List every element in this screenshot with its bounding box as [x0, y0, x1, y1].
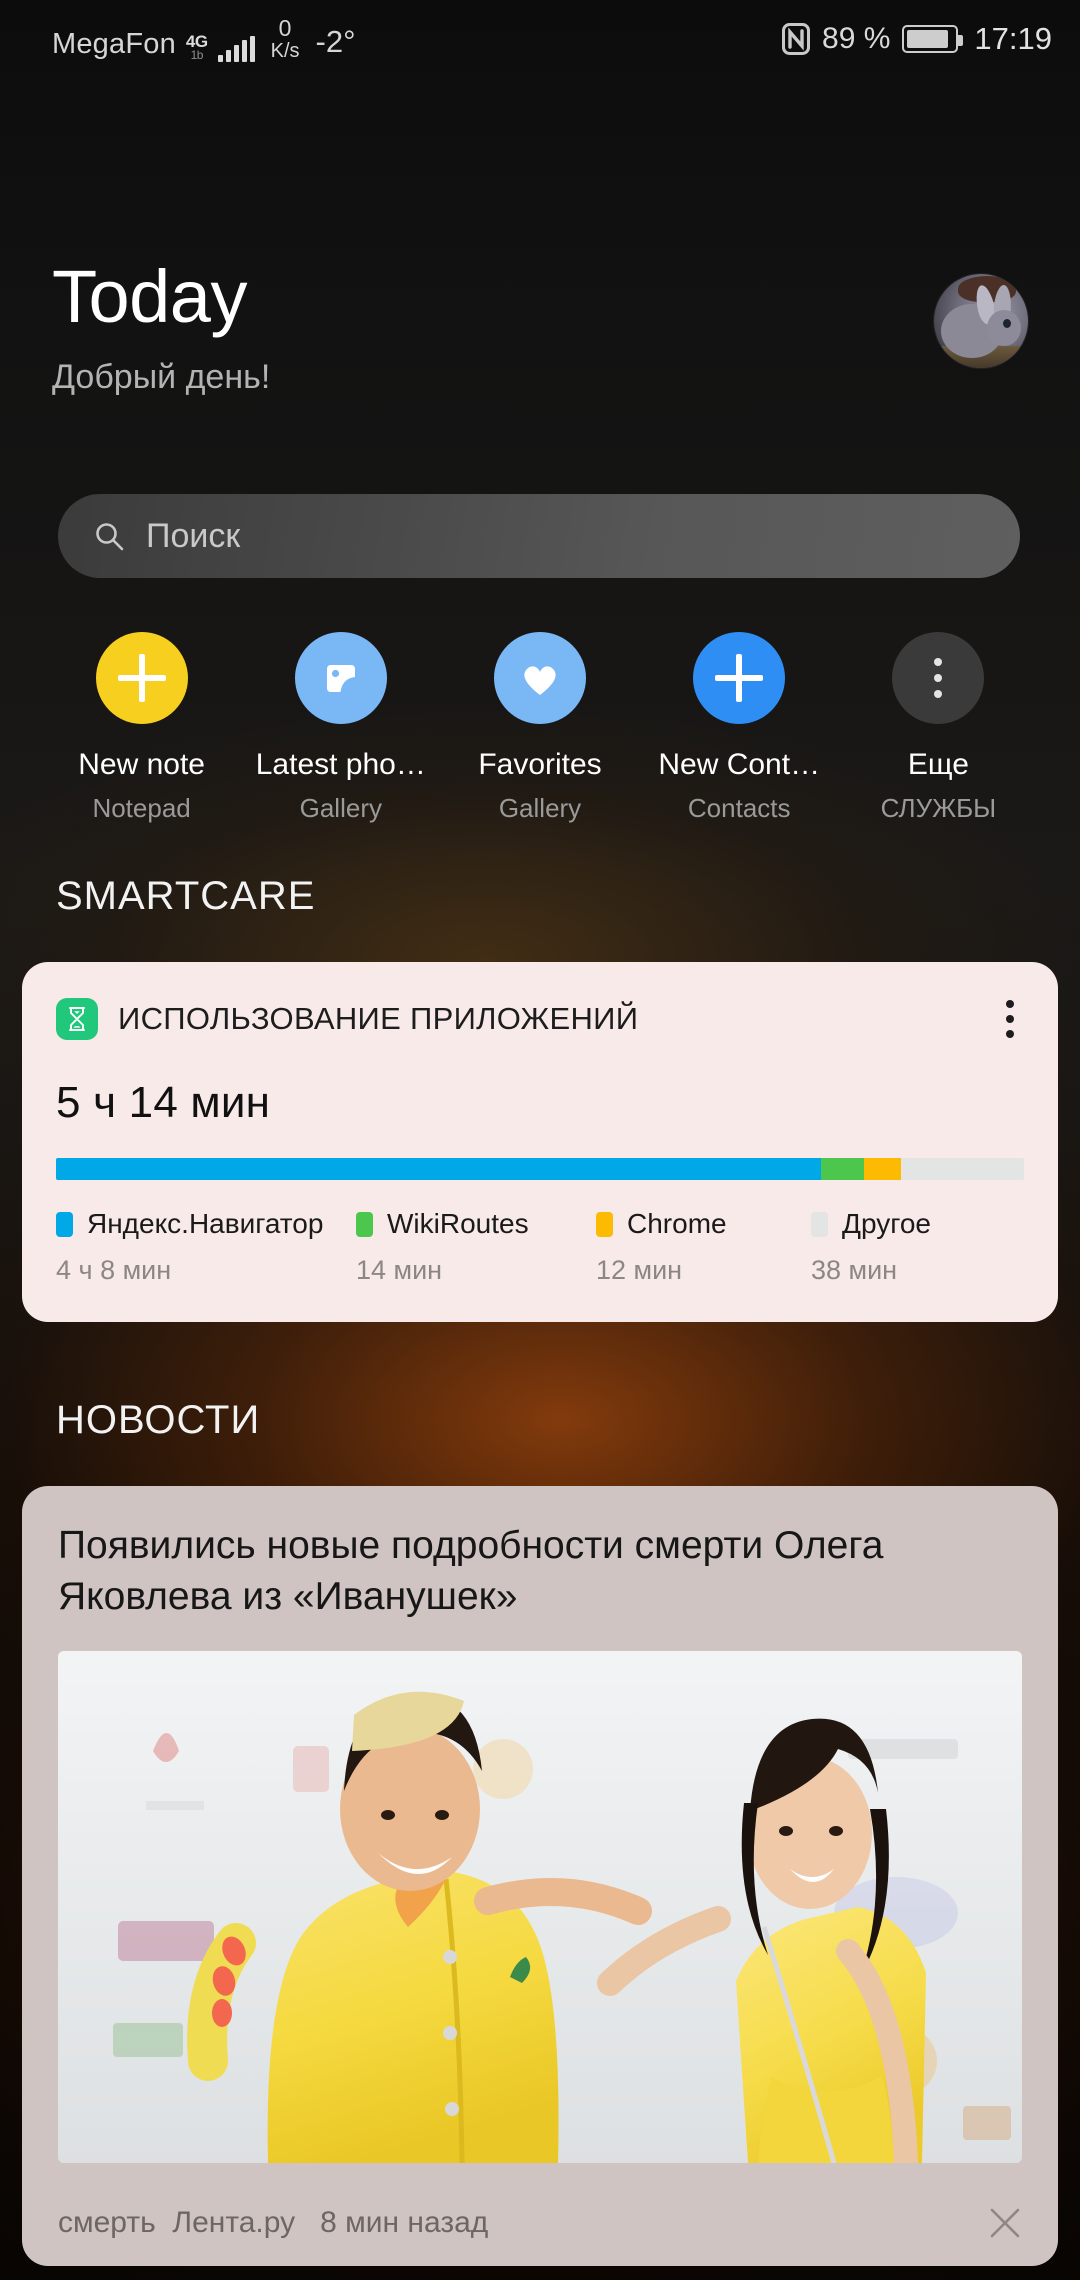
page-header: Today Добрый день! — [52, 255, 1028, 397]
shortcut-sublabel: Contacts — [687, 793, 791, 823]
news-image — [58, 1650, 1022, 2163]
temperature-label: -2° — [315, 23, 356, 59]
greeting-label: Добрый день! — [52, 358, 271, 397]
app-usage-card[interactable]: ИСПОЛЬЗОВАНИЕ ПРИЛОЖЕНИЙ 5 ч 14 мин Янде… — [22, 962, 1058, 1322]
shortcut-new-contact[interactable]: New Cont… Contacts — [640, 632, 839, 824]
news-meta: смерть Лента.ру 8 мин назад — [58, 2206, 488, 2240]
legend-label: Другое — [842, 1208, 931, 1239]
carrier-label: MegaFon — [52, 27, 176, 60]
legend-label: Яндекс.Навигатор — [87, 1208, 324, 1239]
status-bar: MegaFon 4G 1b 0 K/s -2° 89 % 17:19 — [0, 0, 1080, 78]
photo-icon — [319, 656, 363, 700]
shortcut-label: New Cont… — [658, 748, 821, 781]
network-sub-label: 1b — [190, 47, 204, 62]
network-type-indicator: 4G 1b — [186, 33, 208, 62]
usage-legend: Яндекс.Навигатор 4 ч 8 мин WikiRoutes 14… — [56, 1208, 1024, 1286]
network-speed-unit: K/s — [270, 39, 300, 62]
legend-item: Яндекс.Навигатор 4 ч 8 мин — [56, 1208, 356, 1286]
legend-item: Chrome 12 мин — [596, 1208, 811, 1286]
close-icon[interactable] — [988, 2206, 1022, 2240]
clock-label: 17:19 — [974, 21, 1052, 56]
section-title-news: НОВОСТИ — [56, 1398, 261, 1442]
favorites-button[interactable] — [494, 632, 586, 724]
shortcut-label: Favorites — [478, 748, 602, 781]
legend-item: Другое 38 мин — [811, 1208, 931, 1286]
news-source[interactable]: Лента.ру — [172, 2206, 295, 2239]
legend-swatch — [56, 1211, 73, 1237]
new-contact-button[interactable] — [693, 632, 786, 724]
usage-segment-0 — [56, 1158, 821, 1180]
kebab-menu-icon[interactable] — [996, 994, 1024, 1044]
legend-item: WikiRoutes 14 мин — [356, 1208, 596, 1286]
more-dots-icon — [934, 658, 943, 698]
plus-icon — [715, 654, 764, 702]
shortcut-latest-photo[interactable]: Latest pho… Gallery — [241, 632, 440, 824]
heart-icon — [517, 656, 563, 700]
shortcut-sublabel: Gallery — [299, 793, 382, 823]
avatar[interactable] — [934, 274, 1028, 368]
news-headline: Появились новые подробности смерти Олега… — [58, 1524, 884, 1619]
section-title-smartcare: SMARTCARE — [56, 874, 316, 918]
hourglass-icon — [56, 998, 98, 1040]
network-speed-indicator: 0 K/s — [271, 16, 300, 61]
legend-label: WikiRoutes — [387, 1208, 529, 1239]
shortcuts-row: New note Notepad Latest pho… Gallery Fav… — [42, 632, 1038, 824]
app-usage-card-header: ИСПОЛЬЗОВАНИЕ ПРИЛОЖЕНИЙ — [56, 994, 1024, 1044]
network-speed-value: 0 — [278, 15, 292, 42]
news-card[interactable]: Появились новые подробности смерти Олега… — [22, 1486, 1058, 2266]
legend-value: 38 мин — [811, 1255, 898, 1285]
usage-segment-2 — [864, 1158, 902, 1180]
news-footer: смерть Лента.ру 8 мин назад — [58, 2180, 1022, 2266]
shortcut-label: Еще — [907, 748, 969, 781]
battery-percent-label: 89 % — [822, 22, 891, 55]
shortcut-sublabel: Notepad — [92, 793, 191, 823]
search-input[interactable]: Поиск — [58, 494, 1020, 578]
status-bar-right: 89 % 17:19 — [782, 21, 1052, 57]
shortcut-sublabel: Gallery — [498, 793, 582, 823]
plus-icon — [117, 654, 166, 702]
shortcut-new-note[interactable]: New note Notepad — [42, 632, 241, 824]
legend-value: 12 мин — [596, 1255, 683, 1285]
shortcut-label: Latest pho… — [255, 748, 426, 781]
shortcut-label: New note — [78, 748, 205, 781]
news-time-ago: 8 мин назад — [320, 2206, 489, 2239]
app-usage-title: ИСПОЛЬЗОВАНИЕ ПРИЛОЖЕНИЙ — [118, 1001, 639, 1036]
legend-swatch — [811, 1211, 828, 1237]
legend-value: 4 ч 8 мин — [56, 1255, 172, 1285]
legend-swatch — [596, 1211, 613, 1237]
more-button[interactable] — [892, 632, 985, 724]
latest-photo-button[interactable] — [294, 632, 387, 724]
network-generation-label: 4G — [185, 31, 208, 51]
usage-bar-chart — [56, 1158, 1024, 1180]
nfc-icon — [782, 23, 811, 55]
usage-segment-3 — [901, 1158, 1019, 1180]
legend-label: Chrome — [627, 1208, 727, 1239]
shortcut-favorites[interactable]: Favorites Gallery — [440, 632, 639, 824]
status-bar-left: MegaFon 4G 1b 0 K/s -2° — [52, 16, 356, 62]
page-title: Today — [52, 255, 247, 338]
legend-swatch — [356, 1211, 373, 1237]
battery-icon — [902, 25, 964, 53]
usage-segment-1 — [820, 1158, 865, 1180]
search-placeholder: Поиск — [146, 516, 241, 555]
legend-value: 14 мин — [356, 1255, 443, 1285]
total-usage-time: 5 ч 14 мин — [56, 1078, 271, 1127]
shortcut-more[interactable]: Еще СЛУЖБЫ — [839, 632, 1038, 824]
phone-screen: MegaFon 4G 1b 0 K/s -2° 89 % 17:19 Today… — [0, 0, 1080, 2280]
search-icon — [94, 521, 124, 551]
signal-bars-icon — [217, 35, 255, 62]
news-tag[interactable]: смерть — [58, 2206, 156, 2239]
new-note-button[interactable] — [95, 632, 188, 724]
shortcut-sublabel: СЛУЖБЫ — [880, 793, 997, 823]
header-text-block: Today Добрый день! — [52, 255, 271, 397]
